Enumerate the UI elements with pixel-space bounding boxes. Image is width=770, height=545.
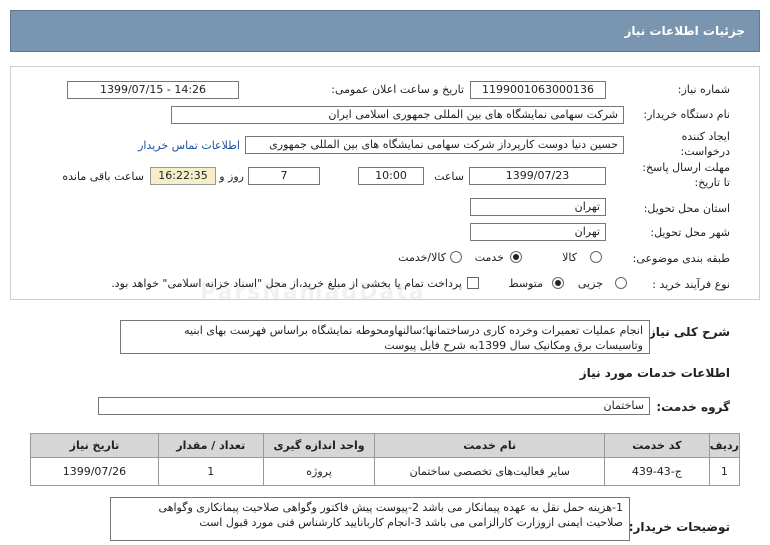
- buyer-notes-line1: 1-هزینه حمل نقل به عهده پیمانکار می باشد…: [158, 501, 623, 514]
- deadline-label-line1: مهلت ارسال پاسخ:: [642, 161, 730, 174]
- watermark-text: ParsNamadData: [200, 280, 426, 305]
- col-row: ردیف: [708, 433, 741, 458]
- deadline-hour-label: ساعت: [434, 170, 464, 183]
- buyer-org-label: نام دستگاه خریدار:: [643, 108, 730, 121]
- remaining-label: ساعت باقی مانده: [62, 170, 144, 183]
- province-label: استان محل تحویل:: [643, 202, 730, 215]
- category-radio-goods[interactable]: [590, 251, 602, 263]
- remaining-days-field: 7: [248, 167, 320, 185]
- service-group-field: ساختمان: [98, 397, 650, 415]
- category-option-goods: کالا: [562, 251, 577, 264]
- deadline-time-field: 10:00: [358, 167, 424, 185]
- page-title: جزئیات اطلاعات نیاز: [624, 24, 745, 38]
- province-field: تهران: [470, 198, 606, 216]
- col-quantity: تعداد / مقدار: [157, 433, 264, 458]
- category-option-service: خدمت: [474, 251, 504, 264]
- buyer-notes-box: 1-هزینه حمل نقل به عهده پیمانکار می باشد…: [110, 497, 630, 541]
- announce-datetime-label: تاریخ و ساعت اعلان عمومی:: [331, 83, 464, 96]
- table-row: 1 ج-43-439 سایر فعالیت‌های تخصصی ساختمان…: [30, 457, 741, 486]
- category-radio-service[interactable]: [510, 251, 522, 263]
- treasury-payment-checkbox[interactable]: [467, 277, 479, 289]
- process-radio-medium[interactable]: [552, 277, 564, 289]
- creator-field: حسین دنیا دوست کارپرداز شرکت سهامی نمایش…: [245, 136, 624, 154]
- cell-quantity: 1: [157, 457, 264, 486]
- services-table: ردیف کد خدمت نام خدمت واحد اندازه گیری ت…: [30, 433, 741, 486]
- general-desc-line1: انجام عملیات تعمیرات وخرده کاری درساختما…: [184, 324, 643, 337]
- city-label: شهر محل تحویل:: [650, 226, 730, 239]
- process-label: نوع فرآیند خرید :: [652, 278, 730, 291]
- page-header: جزئیات اطلاعات نیاز: [10, 10, 760, 52]
- cell-service-name: سایر فعالیت‌های تخصصی ساختمان: [374, 457, 605, 486]
- city-field: تهران: [470, 223, 606, 241]
- general-desc-label: شرح کلی نیاز:: [644, 325, 730, 339]
- process-radio-minor[interactable]: [615, 277, 627, 289]
- buyer-notes-line2: صلاحیت ایمنی ازوزارت کارالزامی می باشد 3…: [199, 516, 623, 529]
- category-option-goods-service: کالا/خدمت: [398, 251, 446, 264]
- col-unit: واحد اندازه گیری: [262, 433, 376, 458]
- service-group-label: گروه خدمت:: [656, 400, 730, 414]
- cell-service-code: ج-43-439: [603, 457, 710, 486]
- need-number-field: 1199001063000136: [470, 81, 606, 99]
- buyer-org-field: شرکت سهامی نمایشگاه های بین المللی جمهور…: [171, 106, 624, 124]
- cell-row: 1: [708, 457, 741, 486]
- deadline-label-line2: تا تاریخ:: [694, 176, 730, 189]
- buyer-notes-label: توضیحات خریدار:: [628, 520, 730, 534]
- creator-label-line1: ایجاد کننده: [681, 130, 730, 143]
- cell-need-date: 1399/07/26: [30, 457, 159, 486]
- category-label: طبقه بندی موضوعی:: [632, 252, 730, 265]
- need-number-label: شماره نیاز:: [677, 83, 730, 96]
- announce-datetime-field: 1399/07/15 - 14:26: [67, 81, 239, 99]
- buyer-contact-link[interactable]: اطلاعات تماس خریدار: [138, 139, 240, 152]
- remaining-time-field: 16:22:35: [150, 167, 216, 185]
- process-option-minor: جزیی: [577, 277, 603, 290]
- col-need-date: تاریخ نیاز: [30, 433, 159, 458]
- deadline-date-field: 1399/07/23: [469, 167, 606, 185]
- table-header-row: ردیف کد خدمت نام خدمت واحد اندازه گیری ت…: [30, 433, 741, 458]
- cell-unit: پروژه: [262, 457, 376, 486]
- process-option-medium: متوسط: [508, 277, 543, 290]
- day-and-label: روز و: [219, 170, 244, 183]
- creator-label-line2: درخواست:: [680, 145, 730, 158]
- category-radio-goods-service[interactable]: [450, 251, 462, 263]
- general-desc-line2: وتاسیسات برق ومکانیک سال 1399به شرح فایل…: [384, 339, 643, 352]
- col-service-name: نام خدمت: [374, 433, 605, 458]
- col-service-code: کد خدمت: [603, 433, 710, 458]
- general-desc-box: انجام عملیات تعمیرات وخرده کاری درساختما…: [120, 320, 650, 354]
- services-info-heading: اطلاعات خدمات مورد نیاز: [579, 366, 730, 380]
